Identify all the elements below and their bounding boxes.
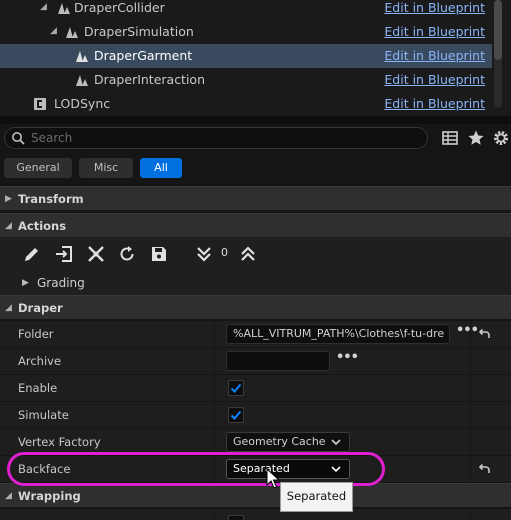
pencil-icon[interactable] (22, 244, 42, 264)
edit-in-blueprint-link[interactable]: Edit in Blueprint (384, 24, 485, 39)
checkmark-icon (230, 410, 242, 420)
tree-item-label: DraperInteraction (94, 72, 206, 87)
enable-checkbox[interactable] (228, 380, 244, 396)
section-title: Transform (18, 192, 84, 206)
search-icon (12, 132, 25, 145)
highlight-annotation (7, 452, 385, 486)
property-label: Enable (18, 381, 58, 395)
search-box[interactable] (4, 127, 428, 149)
edit-in-blueprint-link[interactable]: Edit in Blueprint (384, 48, 485, 63)
edit-in-blueprint-link[interactable]: Edit in Blueprint (384, 96, 485, 111)
section-title: Wrapping (18, 489, 81, 503)
collapsed-arrow-icon: ▶ (22, 278, 29, 288)
tree-item-label: LODSync (54, 96, 111, 111)
chevron-down-icon (331, 439, 341, 446)
section-transform[interactable]: ▶ Transform (0, 186, 511, 210)
section-title: Draper (18, 301, 63, 315)
search-input[interactable] (31, 130, 421, 146)
reset-arrow-icon[interactable] (477, 462, 491, 476)
checkbox[interactable] (228, 515, 244, 520)
property-label: Folder (18, 327, 54, 341)
simulate-checkbox[interactable] (228, 407, 244, 423)
folder-path-field[interactable]: %ALL_VITRUM_PATH%\Clothes\f-tu-dre (226, 324, 450, 344)
action-count: 0 (221, 246, 228, 259)
tree-scrollbar[interactable] (494, 0, 502, 108)
scrollbar-thumb[interactable] (494, 0, 502, 60)
collapsed-arrow-icon: ▶ (5, 194, 12, 204)
section-actions[interactable]: ◢ Actions (0, 213, 511, 237)
property-vertex-factory: Vertex Factory Geometry Cache (0, 428, 511, 456)
expand-arrow-icon[interactable]: ◢ (50, 26, 60, 36)
property-simulate: Simulate (0, 401, 511, 429)
property-row-partial (0, 508, 511, 520)
tree-item-drapersimulation[interactable]: ◢ DraperSimulation Edit in Blueprint (0, 20, 492, 44)
expanded-arrow-icon: ◢ (5, 221, 12, 231)
grading-group[interactable]: ▶ Grading (0, 273, 511, 295)
vertex-factory-dropdown[interactable]: Geometry Cache (226, 432, 350, 452)
expand-arrow-icon[interactable]: ◢ (40, 2, 50, 12)
tree-item-lodsync[interactable]: LODSync Edit in Blueprint (0, 92, 492, 116)
fit-icon[interactable] (86, 244, 106, 264)
property-folder: Folder %ALL_VITRUM_PATH%\Clothes\f-tu-dr… (0, 320, 511, 348)
section-draper[interactable]: ◢ Draper (0, 295, 511, 319)
tree-item-label: DraperCollider (74, 0, 165, 15)
import-icon[interactable] (54, 244, 74, 264)
edit-in-blueprint-link[interactable]: Edit in Blueprint (384, 72, 485, 87)
collapse-down-icon[interactable] (194, 244, 214, 264)
tree-item-label: DraperGarment (94, 48, 193, 63)
archive-field[interactable] (226, 351, 330, 371)
collapse-up-icon[interactable] (238, 244, 258, 264)
mesh-component-icon (58, 3, 70, 14)
grading-label: Grading (37, 276, 85, 290)
section-title: Actions (18, 219, 67, 233)
tree-item-drapergarment[interactable]: DraperGarment Edit in Blueprint (0, 44, 492, 68)
property-label: Simulate (18, 408, 69, 422)
section-wrapping[interactable]: ◢ Wrapping (0, 483, 511, 507)
edit-in-blueprint-link[interactable]: Edit in Blueprint (384, 0, 485, 15)
panel-divider[interactable] (0, 116, 511, 124)
filter-misc[interactable]: Misc (79, 158, 133, 178)
mesh-component-icon (76, 75, 88, 86)
property-label: Vertex Factory (18, 435, 101, 449)
tree-item-label: DraperSimulation (84, 24, 194, 39)
mesh-component-icon (66, 27, 78, 38)
component-icon (34, 98, 46, 110)
gear-icon[interactable] (492, 129, 510, 147)
expanded-arrow-icon: ◢ (5, 303, 12, 313)
tree-item-draperinteraction[interactable]: DraperInteraction Edit in Blueprint (0, 68, 492, 92)
dropdown-value: Geometry Cache (233, 435, 326, 448)
tooltip: Separated (280, 482, 353, 512)
save-icon[interactable] (149, 244, 169, 264)
actions-toolbar: 0 ▶ Grading (0, 237, 511, 295)
table-view-icon[interactable] (441, 129, 459, 147)
tree-item-drapercollider[interactable]: ◢ DraperCollider Edit in Blueprint (0, 0, 492, 20)
component-tree: ◢ DraperCollider Edit in Blueprint ◢ Dra… (0, 0, 511, 116)
expanded-arrow-icon: ◢ (5, 491, 12, 501)
checkmark-icon (230, 383, 242, 393)
star-icon[interactable] (467, 129, 485, 147)
refresh-icon[interactable] (117, 244, 137, 264)
property-enable: Enable (0, 374, 511, 402)
property-label: Archive (18, 354, 62, 368)
mesh-component-icon (76, 51, 88, 62)
filter-all[interactable]: All (140, 158, 182, 178)
property-archive: Archive ••• (0, 347, 511, 375)
filter-general[interactable]: General (4, 158, 72, 178)
reset-arrow-icon[interactable] (477, 327, 491, 341)
browse-button[interactable]: ••• (456, 323, 479, 338)
browse-button[interactable]: ••• (336, 350, 359, 365)
